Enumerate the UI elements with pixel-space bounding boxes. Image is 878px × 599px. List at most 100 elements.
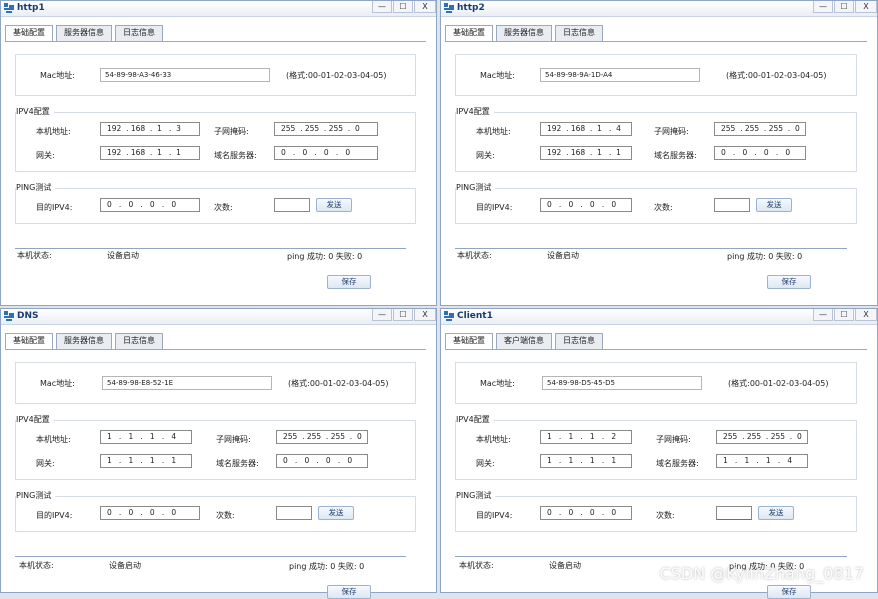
save-button[interactable]: 保存: [327, 585, 371, 599]
mac-address-field[interactable]: 54-89-98-A3-46-33: [100, 68, 270, 82]
ping-count-field[interactable]: [714, 198, 750, 212]
window-http1: http1 — ☐ X 基础配置 服务器信息 日志信息 Mac地址: 54-89-9…: [0, 0, 437, 306]
mac-address-field[interactable]: 54-89-98-D5-45-D5: [542, 376, 702, 390]
local-ip-field[interactable]: 1 . 1 . 1 . 2: [540, 430, 632, 444]
subnet-mask-field[interactable]: 255 . 255 . 255 . 0: [276, 430, 368, 444]
minimize-button[interactable]: —: [813, 1, 833, 13]
tab-basic-config[interactable]: 基础配置: [5, 333, 53, 349]
mac-label: Mac地址:: [40, 379, 75, 388]
tab-client-info[interactable]: 客户端信息: [496, 333, 552, 349]
subnet-mask-field[interactable]: 255 . 255 . 255 . 0: [716, 430, 808, 444]
mac-group: Mac地址: 54-89-98-D5-45-D5 (格式:00-01-02-03…: [455, 362, 857, 404]
ping-count-field[interactable]: [274, 198, 310, 212]
local-ip-field[interactable]: 192 . 168 . 1 . 3: [100, 122, 200, 136]
title-bar[interactable]: http1 — ☐ X: [1, 1, 436, 17]
ping-group: PING测试 目的IPV4: 0 . 0 . 0 . 0 次数: 发送: [15, 182, 416, 224]
app-icon: [444, 3, 454, 13]
maximize-button[interactable]: ☐: [393, 309, 413, 321]
mac-address-field[interactable]: 54-89-98-E8-52-1E: [102, 376, 272, 390]
close-button[interactable]: X: [855, 1, 877, 13]
ping-dest-field[interactable]: 0 . 0 . 0 . 0: [540, 506, 632, 520]
ping-group-title: PING测试: [456, 182, 496, 193]
minimize-button[interactable]: —: [813, 309, 833, 321]
ping-count-field[interactable]: [276, 506, 312, 520]
send-button[interactable]: 发送: [318, 506, 354, 520]
dns-server-field[interactable]: 0 . 0 . 0 . 0: [276, 454, 368, 468]
maximize-button[interactable]: ☐: [393, 1, 413, 13]
window-title: DNS: [17, 311, 39, 321]
count-label: 次数:: [656, 511, 675, 520]
ping-count-field[interactable]: [716, 506, 752, 520]
window-http2: http2 — ☐ X 基础配置 服务器信息 日志信息 Mac地址: 54-89-9…: [440, 0, 878, 306]
send-button[interactable]: 发送: [758, 506, 794, 520]
send-button[interactable]: 发送: [316, 198, 352, 212]
close-button[interactable]: X: [414, 309, 436, 321]
title-bar[interactable]: Client1 — ☐ X: [441, 309, 877, 325]
dns-server-field[interactable]: 1 . 1 . 1 . 4: [716, 454, 808, 468]
close-button[interactable]: X: [855, 309, 877, 321]
dns-server-field[interactable]: 0 . 0 . 0 . 0: [274, 146, 378, 160]
ipv4-group: IPV4配置 本机地址: 192 . 168 . 1 . 3 子网掩码: 255…: [15, 106, 416, 172]
minimize-button[interactable]: —: [372, 1, 392, 13]
tab-server-info[interactable]: 服务器信息: [496, 25, 552, 41]
ping-dest-field[interactable]: 0 . 0 . 0 . 0: [540, 198, 632, 212]
subnet-mask-field[interactable]: 255 . 255 . 255 . 0: [274, 122, 378, 136]
maximize-button[interactable]: ☐: [834, 309, 854, 321]
title-bar[interactable]: DNS — ☐ X: [1, 309, 436, 325]
gateway-field[interactable]: 1 . 1 . 1 . 1: [100, 454, 192, 468]
tab-log-info[interactable]: 日志信息: [115, 25, 163, 41]
local-address-label: 本机地址:: [36, 127, 71, 136]
save-button[interactable]: 保存: [767, 275, 811, 289]
ping-group: PING测试 目的IPV4: 0 . 0 . 0 . 0 次数: 发送: [15, 490, 416, 532]
dest-ipv4-label: 目的IPV4:: [476, 511, 513, 520]
close-button[interactable]: X: [414, 1, 436, 13]
tab-log-info[interactable]: 日志信息: [115, 333, 163, 349]
mac-address-field[interactable]: 54-89-98-9A-1D-A4: [540, 68, 700, 82]
gateway-field[interactable]: 192 . 168 . 1 . 1: [540, 146, 632, 160]
local-address-label: 本机地址:: [476, 435, 511, 444]
tab-content: Mac地址: 54-89-98-D5-45-D5 (格式:00-01-02-03…: [445, 349, 867, 599]
gateway-field[interactable]: 1 . 1 . 1 . 1: [540, 454, 632, 468]
dns-server-label: 域名服务器:: [654, 151, 697, 160]
device-status: 设备启动: [109, 561, 141, 570]
ping-dest-field[interactable]: 0 . 0 . 0 . 0: [100, 506, 200, 520]
mac-label: Mac地址:: [480, 379, 515, 388]
status-divider: [15, 248, 406, 249]
window-title: Client1: [457, 311, 493, 321]
dns-server-field[interactable]: 0 . 0 . 0 . 0: [714, 146, 806, 160]
minimize-button[interactable]: —: [372, 309, 392, 321]
tab-content: Mac地址: 54-89-98-A3-46-33 (格式:00-01-02-03…: [5, 41, 426, 299]
ipv4-group: IPV4配置 本机地址: 1 . 1 . 1 . 2 子网掩码: 255 . 2…: [455, 414, 857, 480]
tab-server-info[interactable]: 服务器信息: [56, 333, 112, 349]
title-bar[interactable]: http2 — ☐ X: [441, 1, 877, 17]
gateway-field[interactable]: 192 . 168 . 1 . 1: [100, 146, 200, 160]
tab-log-info[interactable]: 日志信息: [555, 333, 603, 349]
tab-basic-config[interactable]: 基础配置: [5, 25, 53, 41]
dns-server-label: 域名服务器:: [214, 151, 257, 160]
subnet-mask-label: 子网掩码:: [216, 435, 251, 444]
save-button[interactable]: 保存: [767, 585, 811, 599]
save-button[interactable]: 保存: [327, 275, 371, 289]
tab-bar: 基础配置 服务器信息 日志信息: [5, 25, 166, 41]
dns-server-label: 域名服务器:: [216, 459, 259, 468]
status-divider: [455, 556, 847, 557]
tab-log-info[interactable]: 日志信息: [555, 25, 603, 41]
local-ip-field[interactable]: 192 . 168 . 1 . 4: [540, 122, 632, 136]
app-icon: [4, 311, 14, 321]
tab-basic-config[interactable]: 基础配置: [445, 25, 493, 41]
tab-server-info[interactable]: 服务器信息: [56, 25, 112, 41]
tab-basic-config[interactable]: 基础配置: [445, 333, 493, 349]
dns-server-label: 域名服务器:: [656, 459, 699, 468]
gateway-label: 网关:: [36, 459, 55, 468]
local-ip-field[interactable]: 1 . 1 . 1 . 4: [100, 430, 192, 444]
mac-group: Mac地址: 54-89-98-A3-46-33 (格式:00-01-02-03…: [15, 54, 416, 96]
ping-group: PING测试 目的IPV4: 0 . 0 . 0 . 0 次数: 发送: [455, 182, 857, 224]
maximize-button[interactable]: ☐: [834, 1, 854, 13]
subnet-mask-label: 子网掩码:: [654, 127, 689, 136]
mac-format-hint: (格式:00-01-02-03-04-05): [286, 71, 387, 80]
mac-format-hint: (格式:00-01-02-03-04-05): [726, 71, 827, 80]
subnet-mask-field[interactable]: 255 . 255 . 255 . 0: [714, 122, 806, 136]
ping-dest-field[interactable]: 0 . 0 . 0 . 0: [100, 198, 200, 212]
ping-result: ping 成功: 0 失败: 0: [289, 562, 365, 571]
send-button[interactable]: 发送: [756, 198, 792, 212]
